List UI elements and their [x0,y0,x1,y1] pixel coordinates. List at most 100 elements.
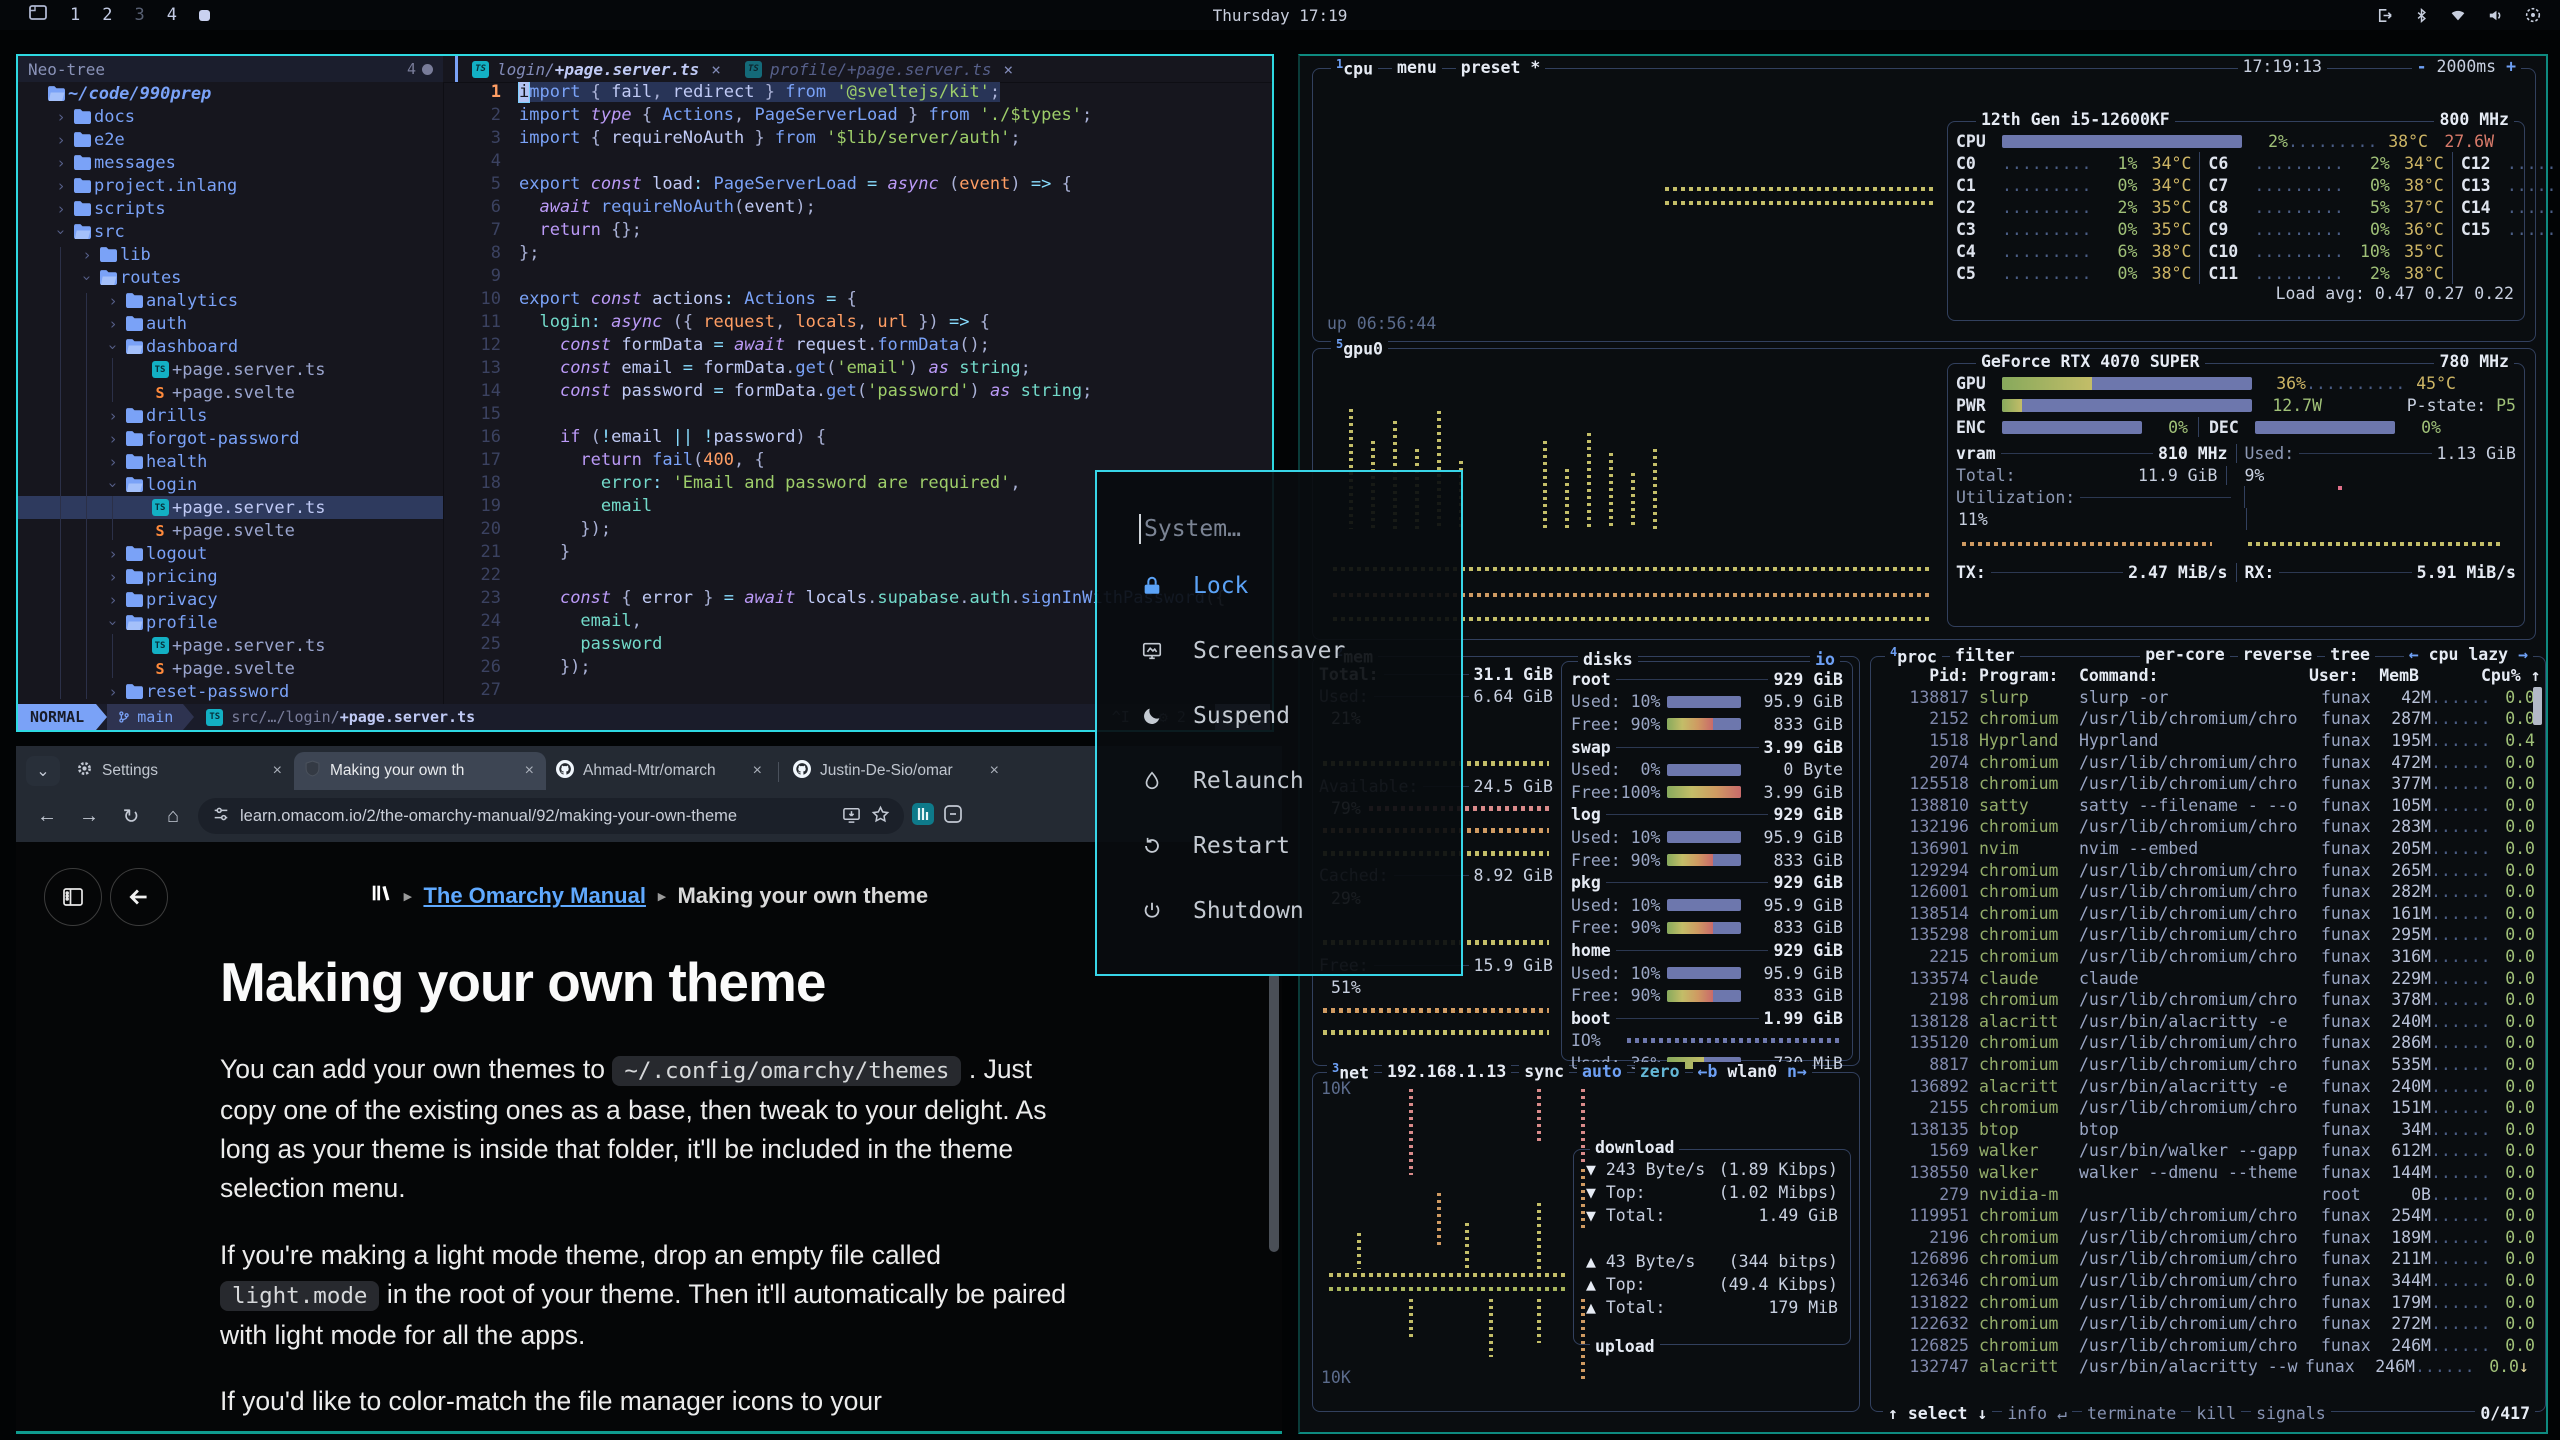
tree-item--page-server-ts[interactable]: TS+page.server.ts [18,496,443,519]
volume-icon[interactable] [2486,6,2505,25]
browser-tab-settings[interactable]: Settings× [66,752,294,790]
home-button[interactable]: ⌂ [156,799,190,833]
scrollbar-thumb[interactable] [1269,972,1279,1252]
tree-item-login[interactable]: ›login [18,473,443,496]
tree-item-auth[interactable]: ›auth [18,312,443,335]
close-icon[interactable]: × [271,762,284,780]
tree-item-src[interactable]: ›src [18,220,443,243]
proc-tree[interactable]: tree [2325,645,2375,664]
tree-item-pricing[interactable]: ›pricing [18,565,443,588]
send-to-device-icon[interactable] [842,805,861,828]
proc-row-132196[interactable]: 132196chromium/usr/lib/chromium/chrofuna… [1871,816,2545,838]
net-zero[interactable]: zero [1635,1062,1685,1081]
wifi-icon[interactable] [2449,6,2467,24]
proc-row-135120[interactable]: 135120chromium/usr/lib/chromium/chrofuna… [1871,1032,2545,1054]
tree-item-routes[interactable]: ›routes [18,266,443,289]
proc-filter[interactable]: filter [1950,646,2020,665]
tree-item-scripts[interactable]: ›scripts [18,197,443,220]
proc-row-1569[interactable]: 1569walker/usr/bin/walker --gappfunax612… [1871,1140,2545,1162]
menu-item-relaunch[interactable]: Relaunch [1139,759,1304,803]
menu-item-restart[interactable]: Restart [1139,824,1290,868]
site-settings-icon[interactable] [212,805,230,827]
workspace-4[interactable]: 4 [167,5,177,25]
disks-title[interactable]: disks [1578,650,1638,669]
proc-row-126001[interactable]: 126001chromium/usr/lib/chromium/chrofuna… [1871,881,2545,903]
btop-menu-button[interactable]: menu [1392,58,1442,77]
browser-tab-ahmad-mtr-omarch[interactable]: Ahmad-Mtr/omarch× [546,752,774,790]
proc-row-132747[interactable]: 132747alacritt/usr/bin/alacritty --wfuna… [1871,1356,2545,1378]
net-auto[interactable]: auto [1577,1062,1627,1081]
cpu-panel-title[interactable]: 1cpu [1331,57,1378,79]
proc-row-138514[interactable]: 138514chromium/usr/lib/chromium/chrofuna… [1871,903,2545,925]
update-interval[interactable]: - 2000ms + [2412,57,2521,76]
proc-row-138817[interactable]: 138817slurpslurp -orfunax42M.........0.0 [1871,687,2545,709]
proc-row-2198[interactable]: 2198chromium/usr/lib/chromium/chrofunax3… [1871,989,2545,1011]
proc-info[interactable]: info ↵ [2002,1404,2072,1423]
tree-item-drills[interactable]: ›drills [18,404,443,427]
tab-profile-page-server[interactable]: TS profile/+page.server.ts × [733,56,1025,82]
proc-reverse[interactable]: reverse [2238,645,2318,664]
io-toggle[interactable]: io [1810,650,1840,669]
logout-icon[interactable] [2375,6,2394,25]
proc-panel-title[interactable]: 4proc [1885,645,1942,667]
proc-kill[interactable]: kill [2191,1404,2241,1423]
proc-row-136892[interactable]: 136892alacritt/usr/bin/alacritty -efunax… [1871,1075,2545,1097]
proc-scrollbar-thumb[interactable] [2533,687,2542,725]
proc-row-138550[interactable]: 138550walkerwalker --dmenu --themefunax1… [1871,1162,2545,1184]
tab-search-button[interactable]: ⌄ [26,756,60,786]
tree-item-dashboard[interactable]: ›dashboard [18,335,443,358]
proc-row-122632[interactable]: 122632chromium/usr/lib/chromium/chrofuna… [1871,1313,2545,1335]
close-icon[interactable]: × [711,60,721,79]
proc-row-2155[interactable]: 2155chromium/usr/lib/chromium/chrofunax1… [1871,1097,2545,1119]
extension-icon-2[interactable] [942,803,964,829]
proc-row-2196[interactable]: 2196chromium/usr/lib/chromium/chrofunax1… [1871,1226,2545,1248]
proc-row-133574[interactable]: 133574claudeclaudefunax229M.........0.0 [1871,967,2545,989]
browser-tab-making-your-own-th[interactable]: Making your own th× [294,752,546,790]
menu-item-suspend[interactable]: Suspend [1139,694,1290,738]
tree-item-analytics[interactable]: ›analytics [18,289,443,312]
proc-row-136901[interactable]: 136901nvimnvim --embedfunax205M.........… [1871,838,2545,860]
proc-row-126896[interactable]: 126896chromium/usr/lib/chromium/chrofuna… [1871,1248,2545,1270]
proc-row-2152[interactable]: 2152chromium/usr/lib/chromium/chrofunax2… [1871,708,2545,730]
proc-row-138135[interactable]: 138135btopbtopfunax34M.........0.0 [1871,1118,2545,1140]
workspace-3[interactable]: 3 [135,5,145,25]
net-interface[interactable]: ←b wlan0 n→ [1693,1062,1812,1081]
proc-per-core[interactable]: per-core [2140,645,2229,664]
proc-row-2215[interactable]: 2215chromium/usr/lib/chromium/chrofunax3… [1871,946,2545,968]
proc-row-279[interactable]: 279nvidia-mroot0B.........0.0 [1871,1183,2545,1205]
tree-item-forgot-password[interactable]: ›forgot-password [18,427,443,450]
tree-item--page-svelte[interactable]: S+page.svelte [18,381,443,404]
proc-row-2074[interactable]: 2074chromium/usr/lib/chromium/chrofunax4… [1871,751,2545,773]
close-icon[interactable]: × [751,762,764,780]
proc-row-135298[interactable]: 135298chromium/usr/lib/chromium/chrofuna… [1871,924,2545,946]
btop-preset-button[interactable]: preset * [1456,58,1545,77]
tree-item--code-990prep[interactable]: ~/code/990prep [18,82,443,105]
screen-record-icon[interactable] [2524,6,2542,24]
tree-item-lib[interactable]: ›lib [18,243,443,266]
close-icon[interactable]: × [988,762,1001,780]
tree-item-privacy[interactable]: ›privacy [18,588,443,611]
tree-item-docs[interactable]: ›docs [18,105,443,128]
proc-row-138128[interactable]: 138128alacritt/usr/bin/alacritty -efunax… [1871,1011,2545,1033]
proc-row-126825[interactable]: 126825chromium/usr/lib/chromium/chrofuna… [1871,1334,2545,1356]
net-sync[interactable]: sync [1519,1062,1569,1081]
proc-sort[interactable]: ← cpu lazy → [2404,645,2533,664]
menu-item-lock[interactable]: Lock [1139,564,1248,608]
tree-item--page-server-ts[interactable]: TS+page.server.ts [18,358,443,381]
tree-item--page-svelte[interactable]: S+page.svelte [18,519,443,542]
proc-row-1518[interactable]: 1518HyprlandHyprlandfunax195M.........0.… [1871,730,2545,752]
tree-item-messages[interactable]: ›messages [18,151,443,174]
menu-item-shutdown[interactable]: Shutdown [1139,889,1304,933]
url-text[interactable]: learn.omacom.io/2/the-omarchy-manual/92/… [240,807,832,826]
tree-item--page-svelte[interactable]: S+page.svelte [18,657,443,680]
proc-row-126346[interactable]: 126346chromium/usr/lib/chromium/chrofuna… [1871,1270,2545,1292]
tree-item--page-server-ts[interactable]: TS+page.server.ts [18,634,443,657]
gpu-panel-title[interactable]: 5gpu0 [1331,337,1388,359]
tree-item-project-inlang[interactable]: ›project.inlang [18,174,443,197]
bookmark-star-icon[interactable] [871,805,890,828]
breadcrumb-manual-link[interactable]: The Omarchy Manual [423,883,646,909]
forward-button[interactable]: → [72,799,106,833]
close-icon[interactable]: × [1004,60,1014,79]
browser-tab-justin-de-sio-omar[interactable]: Justin-De-Sio/omar× [783,752,1011,790]
back-button[interactable]: ← [30,799,64,833]
